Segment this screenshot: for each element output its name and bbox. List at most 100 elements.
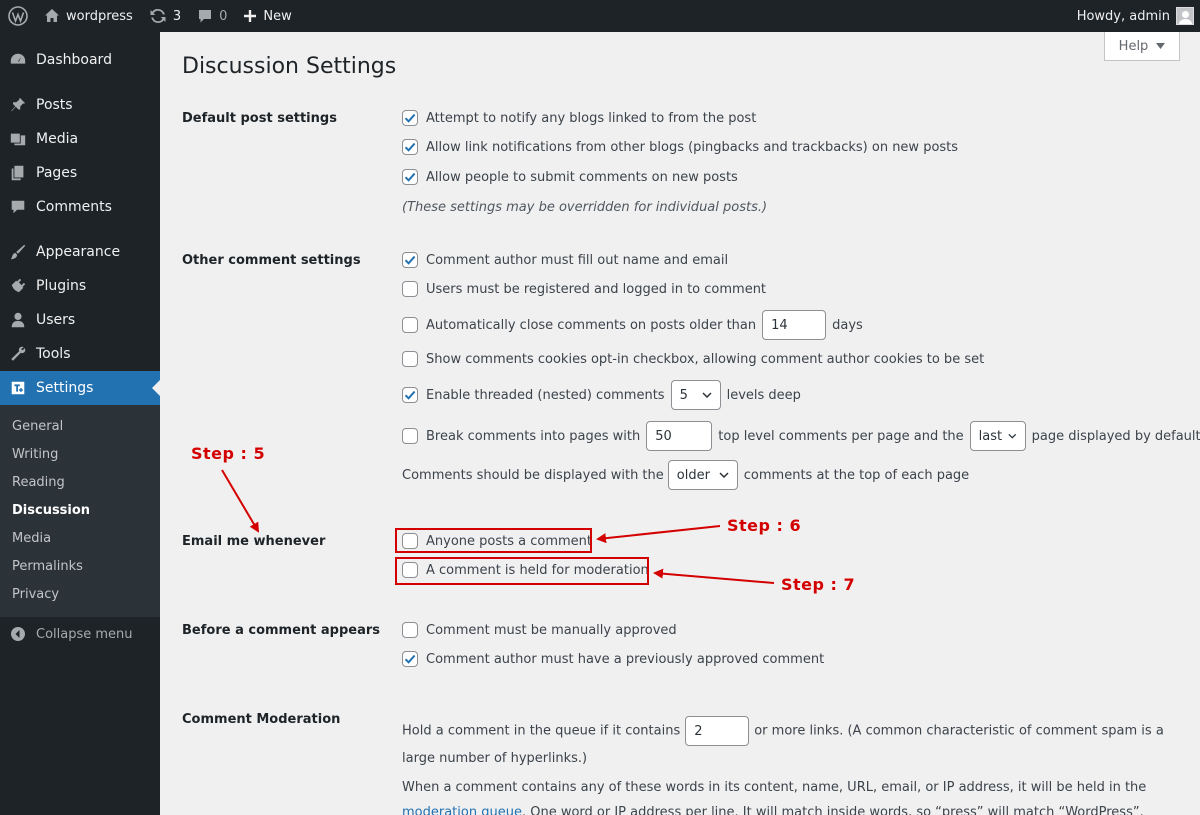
sidebar-item-pages[interactable]: Pages xyxy=(0,156,160,190)
comment-order-select[interactable]: older xyxy=(667,460,738,490)
account-menu[interactable]: Howdy, admin xyxy=(1077,7,1200,25)
comment-bubble-icon xyxy=(197,8,213,24)
avatar xyxy=(1176,7,1194,25)
option-label: levels deep xyxy=(726,387,801,403)
thread-depth-select[interactable]: 5 xyxy=(670,380,721,410)
auto-close-days-input[interactable]: 14 xyxy=(762,310,827,340)
option-label: days xyxy=(832,317,863,333)
collapse-arrow-icon xyxy=(0,626,36,642)
submenu-item-discussion[interactable]: Discussion xyxy=(12,503,90,518)
option-registered-only[interactable]: Users must be registered and logged in t… xyxy=(402,281,766,297)
option-label: Comment must be manually approved xyxy=(426,622,677,638)
collapse-menu-button[interactable]: Collapse menu xyxy=(0,622,133,646)
site-name-link[interactable]: wordpress xyxy=(36,0,141,32)
option-label: Allow people to submit comments on new p… xyxy=(426,169,738,185)
pin-icon xyxy=(0,96,36,114)
comments-per-page-input[interactable]: 50 xyxy=(646,421,713,451)
checkbox-checked[interactable] xyxy=(402,387,418,403)
option-notify-linked-blogs[interactable]: Attempt to notify any blogs linked to fr… xyxy=(402,110,756,126)
sidebar-item-plugins[interactable]: Plugins xyxy=(0,269,160,303)
submenu-item-reading[interactable]: Reading xyxy=(12,475,65,490)
checkbox-unchecked[interactable] xyxy=(402,428,418,444)
moderation-words-paragraph: When a comment contains any of these wor… xyxy=(402,775,1172,815)
option-allow-comments[interactable]: Allow people to submit comments on new p… xyxy=(402,169,738,185)
home-icon xyxy=(44,8,60,24)
select-value: older xyxy=(676,467,710,483)
moderation-queue-link[interactable]: moderation queue xyxy=(402,805,522,815)
submenu-item-privacy[interactable]: Privacy xyxy=(12,587,59,602)
option-allow-pingbacks[interactable]: Allow link notifications from other blog… xyxy=(402,139,958,155)
checkbox-checked[interactable] xyxy=(402,139,418,155)
option-auto-close[interactable]: Automatically close comments on posts ol… xyxy=(402,310,863,340)
sidebar-item-dashboard[interactable]: Dashboard xyxy=(0,43,160,77)
chevron-down-icon xyxy=(719,472,729,478)
checkbox-checked[interactable] xyxy=(402,169,418,185)
option-manual-approval[interactable]: Comment must be manually approved xyxy=(402,622,677,638)
option-cookies-opt-in[interactable]: Show comments cookies opt-in checkbox, a… xyxy=(402,351,984,367)
plus-icon xyxy=(243,9,257,23)
sidebar-item-settings[interactable]: Settings xyxy=(0,371,160,405)
default-page-select[interactable]: last xyxy=(969,421,1026,451)
annotation-box-step7 xyxy=(395,557,649,585)
submenu-item-general[interactable]: General xyxy=(12,419,63,434)
comments-link[interactable]: 0 xyxy=(189,0,235,32)
sidebar-item-tools[interactable]: Tools xyxy=(0,337,160,371)
paragraph-text: Hold a comment in the queue if it contai… xyxy=(402,723,681,739)
admin-bar: wordpress 3 0 New Howdy, admin xyxy=(0,0,1200,32)
option-previously-approved[interactable]: Comment author must have a previously ap… xyxy=(402,651,824,667)
sidebar-item-appearance[interactable]: Appearance xyxy=(0,235,160,269)
sidebar-item-posts[interactable]: Posts xyxy=(0,88,160,122)
collapse-menu-label: Collapse menu xyxy=(36,626,133,642)
annotation-label-step5: Step : 5 xyxy=(191,444,266,463)
site-name: wordpress xyxy=(66,8,133,24)
submenu-item-media[interactable]: Media xyxy=(12,531,51,546)
arrow-step5 xyxy=(221,469,260,533)
sidebar-item-comments[interactable]: Comments xyxy=(0,190,160,224)
checkbox-unchecked[interactable] xyxy=(402,622,418,638)
option-label: Comment author must have a previously ap… xyxy=(426,651,825,667)
moderation-links-paragraph: Hold a comment in the queue if it contai… xyxy=(402,716,1172,771)
option-label: Attempt to notify any blogs linked to fr… xyxy=(426,110,757,126)
sidebar-item-label: Appearance xyxy=(36,244,121,260)
option-label: Users must be registered and logged in t… xyxy=(426,281,767,297)
wordpress-logo-icon[interactable] xyxy=(0,0,36,32)
updates-link[interactable]: 3 xyxy=(141,0,189,32)
checkbox-checked[interactable] xyxy=(402,110,418,126)
section-label-moderation: Comment Moderation xyxy=(182,712,341,727)
option-name-email-required[interactable]: Comment author must fill out name and em… xyxy=(402,252,728,268)
admin-sidebar: Dashboard Posts Media Pages Comments App… xyxy=(0,32,160,815)
select-value: 5 xyxy=(679,387,688,403)
checkbox-checked[interactable] xyxy=(402,651,418,667)
submenu-item-permalinks[interactable]: Permalinks xyxy=(12,559,83,574)
option-label: top level comments per page and the xyxy=(718,428,964,444)
help-tab-button[interactable]: Help xyxy=(1104,32,1180,61)
option-threaded-comments[interactable]: Enable threaded (nested) comments 5 leve… xyxy=(402,380,801,410)
default-post-note: (These settings may be overridden for in… xyxy=(402,200,768,215)
arrow-step7 xyxy=(653,568,775,584)
page-title: Discussion Settings xyxy=(182,54,397,79)
option-paged-comments[interactable]: Break comments into pages with 50 top le… xyxy=(402,421,1200,451)
media-icon xyxy=(0,130,36,148)
new-label: New xyxy=(263,8,292,24)
checkbox-unchecked[interactable] xyxy=(402,317,418,333)
section-label-other-comment: Other comment settings xyxy=(182,253,361,268)
sidebar-item-label: Users xyxy=(36,312,76,328)
caret-down-icon xyxy=(1156,43,1166,49)
annotation-label-step6: Step : 6 xyxy=(727,516,802,535)
sidebar-item-users[interactable]: Users xyxy=(0,303,160,337)
dashboard-icon xyxy=(0,51,36,69)
pages-icon xyxy=(0,164,36,182)
sidebar-item-media[interactable]: Media xyxy=(0,122,160,156)
submenu-item-writing[interactable]: Writing xyxy=(12,447,58,462)
new-content-link[interactable]: New xyxy=(235,0,299,32)
option-label: Break comments into pages with xyxy=(426,428,641,444)
moderation-links-input[interactable]: 2 xyxy=(685,716,750,746)
sidebar-item-label: Plugins xyxy=(36,278,87,294)
sidebar-item-label: Comments xyxy=(36,199,112,215)
checkbox-checked[interactable] xyxy=(402,252,418,268)
sidebar-item-label: Tools xyxy=(36,346,71,362)
checkmark-icon xyxy=(404,654,416,664)
section-label-before-appears: Before a comment appears xyxy=(182,623,381,638)
checkbox-unchecked[interactable] xyxy=(402,281,418,297)
checkbox-unchecked[interactable] xyxy=(402,351,418,367)
